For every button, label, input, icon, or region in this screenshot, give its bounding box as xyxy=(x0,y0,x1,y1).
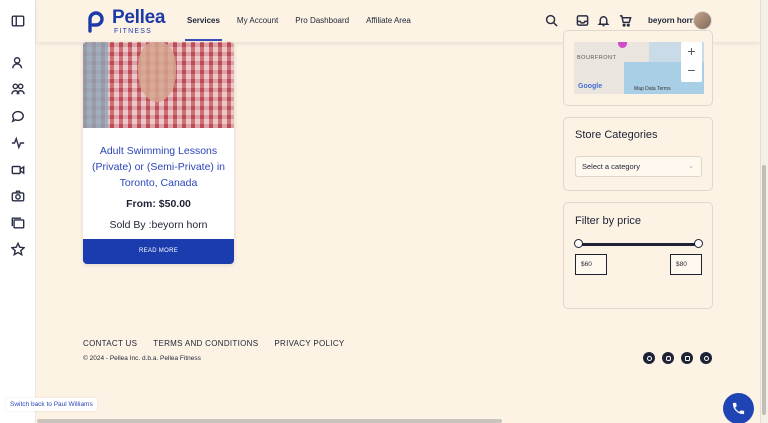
chat-icon[interactable] xyxy=(9,107,27,125)
user-name[interactable]: beyorn horn xyxy=(648,16,695,25)
store-categories-widget: Store Categories Select a category ⌄ xyxy=(563,117,713,191)
footer-links: CONTACT US TERMS AND CONDITIONS PRIVACY … xyxy=(83,339,361,348)
logo-subtitle: FITNESS xyxy=(114,28,152,35)
price-filter-title: Filter by price xyxy=(575,215,642,227)
twitter-icon[interactable] xyxy=(700,352,712,364)
product-price: From: $50.00 xyxy=(126,198,191,210)
store-categories-title: Store Categories xyxy=(575,129,658,141)
people-icon[interactable] xyxy=(9,54,27,72)
linkedin-icon[interactable] xyxy=(681,352,693,364)
sidebar-toggle-icon[interactable] xyxy=(9,12,27,30)
price-min-handle[interactable] xyxy=(574,239,583,248)
product-card: Adult Swimming Lessons (Private) or (Sem… xyxy=(83,42,234,264)
nav-my-account[interactable]: My Account xyxy=(237,16,278,25)
pellea-logo[interactable]: Pellea FITNESS xyxy=(84,8,165,35)
price-filter-widget: Filter by price $60 $80 xyxy=(563,202,713,309)
google-logo: Google xyxy=(578,83,603,90)
notification-bell-icon[interactable] xyxy=(597,14,610,27)
zoom-out-button[interactable]: − xyxy=(681,61,702,80)
star-icon[interactable] xyxy=(9,240,27,258)
map-area-label: BOURFRONT xyxy=(577,55,617,61)
chevron-down-icon: ⌄ xyxy=(688,163,694,170)
phone-icon xyxy=(732,402,745,415)
avatar[interactable] xyxy=(693,11,712,30)
inbox-icon[interactable] xyxy=(576,14,589,27)
price-max-field[interactable]: $80 xyxy=(670,254,702,275)
instagram-icon[interactable] xyxy=(662,352,674,364)
nav-affiliate-area[interactable]: Affiliate Area xyxy=(366,16,411,25)
activity-icon[interactable] xyxy=(9,134,27,152)
folders-icon[interactable] xyxy=(9,214,27,232)
map-attribution[interactable]: Map Data Terms xyxy=(634,86,671,92)
call-button[interactable] xyxy=(723,393,754,423)
video-icon[interactable] xyxy=(9,161,27,179)
contact-us-link[interactable]: CONTACT US xyxy=(83,339,137,348)
location-map[interactable]: BOURFRONT Google Map Data Terms + − xyxy=(574,42,704,94)
map-zoom-controls: + − xyxy=(681,42,702,82)
category-select[interactable]: Select a category ⌄ xyxy=(575,156,702,177)
scrollbar-thumb[interactable] xyxy=(762,165,766,415)
category-select-value: Select a category xyxy=(582,162,640,171)
search-icon[interactable] xyxy=(545,14,558,27)
cart-icon[interactable] xyxy=(619,14,632,27)
copyright: © 2024 - Pellea Inc. d.b.a. Pellea Fitne… xyxy=(83,355,201,362)
camera-icon[interactable] xyxy=(9,187,27,205)
product-title[interactable]: Adult Swimming Lessons (Private) or (Sem… xyxy=(83,143,234,191)
zoom-in-button[interactable]: + xyxy=(681,42,702,61)
main-nav: Services My Account Pro Dashboard Affili… xyxy=(185,16,428,41)
left-icon-rail xyxy=(0,0,36,423)
price-range-slider[interactable] xyxy=(574,239,703,248)
switch-back-link[interactable]: Switch back to Paul Williams xyxy=(6,398,97,411)
price-max-handle[interactable] xyxy=(694,239,703,248)
terms-link[interactable]: TERMS AND CONDITIONS xyxy=(153,339,258,348)
product-seller: Sold By :beyorn horn xyxy=(109,219,208,231)
read-more-button[interactable]: READ MORE xyxy=(83,239,234,264)
price-min-field[interactable]: $60 xyxy=(575,254,607,275)
nav-services[interactable]: Services xyxy=(185,16,222,41)
facebook-icon[interactable] xyxy=(643,352,655,364)
privacy-link[interactable]: PRIVACY POLICY xyxy=(274,339,344,348)
group-icon[interactable] xyxy=(9,80,27,98)
nav-pro-dashboard[interactable]: Pro Dashboard xyxy=(295,16,349,25)
product-image[interactable] xyxy=(83,42,234,128)
horizontal-scrollbar[interactable] xyxy=(37,419,502,423)
logo-name: Pellea xyxy=(112,7,166,28)
pellea-logo-icon xyxy=(84,10,108,34)
